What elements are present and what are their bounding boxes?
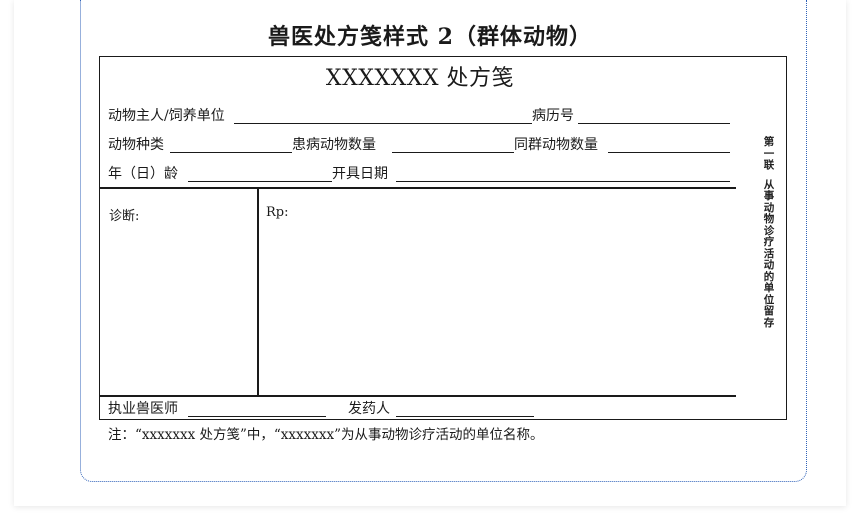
- species-row: 动物种类 患病动物数量 同群动物数量: [108, 134, 730, 156]
- vet-label: 执业兽医师: [108, 401, 178, 417]
- diagnosis-label: 诊断:: [109, 209, 140, 224]
- rp-label: Rp:: [266, 205, 289, 220]
- side-text-char: 留: [763, 305, 775, 317]
- side-text-char: 动: [763, 259, 775, 271]
- age-label: 年（日）龄: [108, 166, 178, 182]
- dispenser-label: 发药人: [348, 401, 390, 417]
- lower-divider: [100, 395, 736, 397]
- herd-count-label: 同群动物数量: [514, 137, 598, 153]
- signature-row: 执业兽医师 发药人: [108, 398, 728, 420]
- column-divider: [257, 187, 259, 395]
- dispenser-underline: [396, 416, 534, 417]
- species-underline: [170, 152, 292, 153]
- side-text-char: 物: [763, 213, 775, 225]
- copy-side-text: 第 一 联 从 事 动 物 诊 疗 活 动 的 单 位 留 存: [761, 136, 777, 329]
- owner-row: 动物主人/饲养单位 病历号: [108, 105, 730, 127]
- sick-count-label: 患病动物数量: [292, 137, 376, 153]
- owner-underline: [234, 123, 532, 124]
- form-title: XXXXXXX 处方笺: [325, 66, 515, 91]
- side-text-char: 单: [763, 282, 775, 294]
- footnote: 注：“xxxxxxx 处方笺”中，“xxxxxxx”为从事动物诊疗活动的单位名称…: [108, 427, 544, 443]
- side-label-char: 第: [763, 136, 775, 148]
- issue-date-underline: [396, 181, 730, 182]
- case-no-label: 病历号: [532, 108, 574, 124]
- side-label-char: 联: [763, 159, 775, 171]
- species-label: 动物种类: [108, 137, 164, 153]
- age-row: 年（日）龄 开具日期: [108, 163, 730, 185]
- vet-underline: [188, 416, 326, 417]
- herd-count-underline: [608, 152, 730, 153]
- sick-count-underline: [392, 152, 514, 153]
- owner-label: 动物主人/饲养单位: [108, 108, 225, 124]
- document-title: 兽医处方笺样式 2（群体动物）: [268, 24, 592, 50]
- age-underline: [188, 181, 332, 182]
- upper-divider: [100, 187, 736, 189]
- issue-date-label: 开具日期: [332, 166, 388, 182]
- case-no-underline: [578, 123, 730, 124]
- side-text-char: 事: [763, 190, 775, 202]
- prescription-form: XXXXXXX 处方笺 动物主人/饲养单位 病历号 动物种类 患病动物数量 同群…: [99, 56, 787, 420]
- side-text-char: 疗: [763, 236, 775, 248]
- side-text-char: 存: [763, 316, 775, 329]
